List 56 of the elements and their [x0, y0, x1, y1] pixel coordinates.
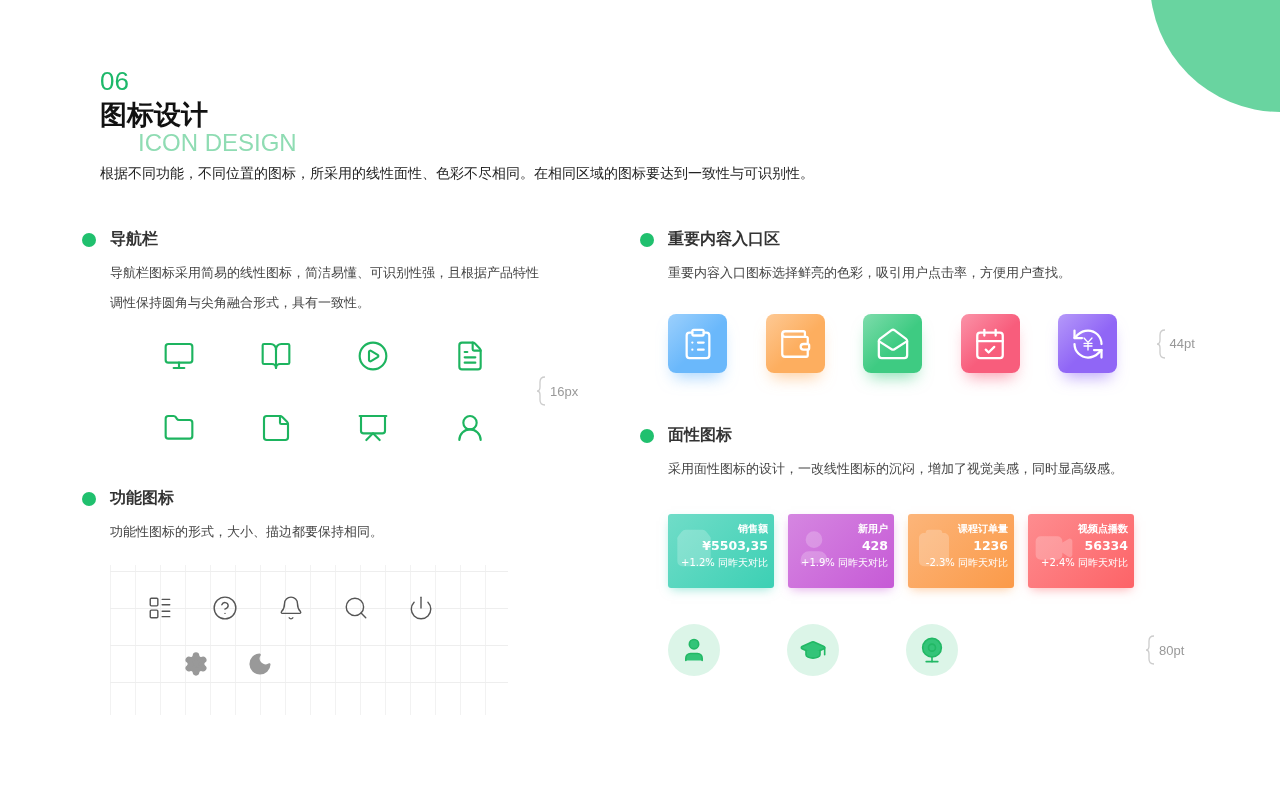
brace-icon — [1155, 328, 1166, 359]
card-change: -2.3% 同昨天对比 — [925, 556, 1008, 570]
card-label: 销售额 — [738, 522, 768, 536]
bullet-dot — [640, 428, 654, 443]
section-text: 功能性图标的形式，大小、描边都要保持相同。 — [110, 523, 384, 541]
section-number: 06 — [100, 66, 130, 97]
card-value: 56334 — [1084, 538, 1128, 553]
subtitle: ICON DESIGN — [138, 132, 297, 154]
calendar-check-icon — [973, 326, 1007, 361]
brace-icon — [1145, 635, 1155, 665]
entry-tile[interactable] — [765, 314, 825, 373]
brace-icon — [536, 376, 546, 406]
section-title: 面性图标 — [668, 425, 732, 446]
section-title: 功能图标 — [110, 488, 174, 509]
size-note: 44pt — [1169, 336, 1195, 351]
section-title: 重要内容入口区 — [668, 229, 780, 250]
card-label: 视频点播数 — [1078, 522, 1128, 536]
moon-icon — [247, 651, 273, 677]
section-text: 采用面性图标的设计，一改线性图标的沉闷，增加了视觉美感，同时显高级感。 — [668, 460, 1124, 478]
play-icon — [356, 340, 389, 372]
entry-tile[interactable] — [863, 314, 922, 373]
section-text: 导航栏图标采用简易的线性图标，简洁易懂、可识别性强，且根据产品特性调性保持圆角与尖角融合形式，具有一致性。 — [110, 264, 540, 312]
card-change: +1.2% 同昨天对比 — [681, 556, 768, 570]
description: 根据不同功能，不同位置的图标，所采用的线性面性、色彩不尽相同。在相同区域的图标要达到一致性与可识别性。 — [100, 165, 815, 183]
card-value: 428 — [861, 538, 888, 553]
size-note: 80pt — [1159, 642, 1185, 658]
entry-tile[interactable] — [960, 314, 1020, 373]
bullet-dot — [640, 232, 654, 247]
help-icon — [212, 595, 238, 621]
card-change: +2.4% 同昨天对比 — [1041, 556, 1128, 570]
bullet-dot — [82, 232, 96, 247]
section-title: 导航栏 — [110, 229, 158, 250]
page-title: 图标设计 — [100, 99, 208, 131]
bullet-dot — [82, 491, 96, 506]
power-icon — [408, 595, 434, 621]
card-value: 1236 — [973, 538, 1008, 553]
notification-icon — [278, 595, 304, 621]
section-text: 重要内容入口图标选择鲜亮的色彩，吸引用户点击率，方便用户查找。 — [668, 264, 1072, 282]
book-icon — [259, 340, 292, 372]
card-label: 新用户 — [858, 522, 888, 536]
settings-icon — [183, 651, 209, 677]
presentation-icon — [356, 412, 389, 444]
card-label: 课程订单量 — [958, 522, 1008, 536]
search-icon — [343, 595, 369, 621]
stat-card[interactable]: 课程订单量 1236 -2.3% 同昨天对比 — [908, 514, 1014, 588]
stat-card[interactable]: 销售额 ¥5503,35 +1.2% 同昨天对比 — [668, 514, 774, 588]
entry-tile[interactable] — [668, 314, 727, 373]
card-change: +1.9% 同昨天对比 — [801, 556, 888, 570]
card-value: ¥5503,35 — [702, 538, 768, 553]
entry-tile[interactable] — [1058, 314, 1117, 373]
stat-card[interactable]: 新用户 428 +1.9% 同昨天对比 — [788, 514, 894, 588]
monitor-icon — [162, 340, 195, 372]
stat-card[interactable]: 视频点播数 56334 +2.4% 同昨天对比 — [1028, 514, 1134, 588]
mail-icon — [875, 326, 910, 361]
list-icon — [147, 595, 173, 621]
size-note: 16px — [550, 383, 579, 399]
